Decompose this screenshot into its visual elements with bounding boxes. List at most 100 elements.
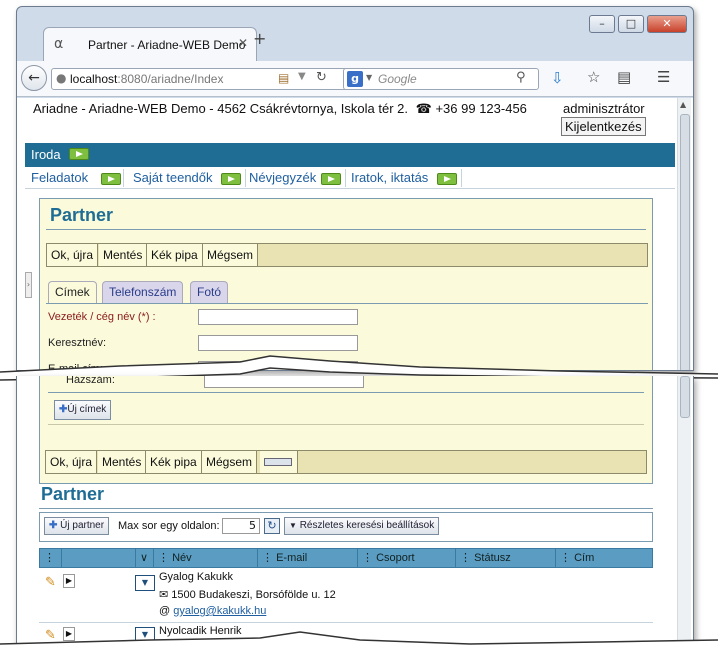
google-search-icon[interactable]: g xyxy=(347,71,363,87)
menu-links-row: Feladatok Saját teendők Névjegyzék Irato… xyxy=(25,167,675,189)
scrollbar-thumb-lower[interactable] xyxy=(680,376,690,418)
sajat-teendok-arrow-icon[interactable] xyxy=(221,171,241,185)
search-placeholder: Google xyxy=(378,72,417,86)
save-button-bottom[interactable]: Mentés xyxy=(98,451,147,473)
max-rows-field[interactable]: 5 xyxy=(222,518,260,534)
column-cim-label: Cím xyxy=(574,552,595,564)
search-box[interactable]: g ▼ Google ⚲ xyxy=(343,68,539,90)
expand-row-icon[interactable]: ▶ xyxy=(63,574,75,588)
column-statusz[interactable]: ⋮ Státusz xyxy=(456,549,556,567)
column-csoport[interactable]: ⋮ Csoport xyxy=(358,549,456,567)
house-number-field[interactable] xyxy=(204,376,364,388)
url-dropdown-icon[interactable]: ▼ xyxy=(298,71,306,82)
new-partner-button[interactable]: ✚ Új partner xyxy=(44,517,110,535)
browser-tab-title: Partner - Ariadne-WEB Demo xyxy=(88,38,246,52)
advanced-search-label: Részletes keresési beállítások xyxy=(299,520,435,531)
keyboard-button[interactable] xyxy=(260,451,298,473)
partner-address: ✉ 1500 Budakeszi, Borsófölde u. 12 xyxy=(159,588,336,601)
feladatok-arrow-icon[interactable] xyxy=(101,171,121,185)
partner-email-link[interactable]: gyalog@kakukk.hu xyxy=(173,605,266,617)
new-partner-label: Új partner xyxy=(60,520,105,531)
refresh-icon[interactable]: ↻ xyxy=(264,518,280,534)
form-toolbar-bottom: Ok, újra Mentés Kék pipa Mégsem xyxy=(45,450,647,474)
menu-nevjegyzek[interactable]: Névjegyzék xyxy=(249,170,316,185)
scrollbar-thumb[interactable] xyxy=(680,114,690,370)
blue-check-button[interactable]: Kék pipa xyxy=(147,244,203,266)
download-icon[interactable]: ⇩ xyxy=(551,69,564,87)
column-email[interactable]: ⋮ E-mail xyxy=(258,549,358,567)
page-viewport-lower: Házszám: ✚Új címek Ok, újra Mentés Kék p… xyxy=(17,376,693,647)
menu-feladatok[interactable]: Feladatok xyxy=(31,170,88,185)
logout-button[interactable]: Kijelentkezés xyxy=(561,117,646,136)
ariadne-favicon-icon: α xyxy=(54,36,64,52)
table-row[interactable]: ✎ ▶ ▼ Gyalog Kakukk ✉ 1500 Budakeszi, Bo… xyxy=(39,569,653,623)
app-info: Ariadne - Ariadne-WEB Demo - 4562 Csákré… xyxy=(33,101,408,116)
first-name-field[interactable] xyxy=(198,335,358,351)
maximize-button[interactable]: □ xyxy=(618,15,644,33)
collapse-all-icon[interactable]: ∨ xyxy=(136,549,154,567)
phone-icon: ☎ xyxy=(415,101,432,116)
row-dropdown-icon[interactable]: ▼ xyxy=(135,575,155,591)
back-arrow-icon[interactable]: ← xyxy=(21,65,47,91)
menu-iratok-iktatas[interactable]: Iratok, iktatás xyxy=(351,170,428,185)
column-nev[interactable]: ⋮ Név xyxy=(154,549,258,567)
page-scrollbar[interactable]: ▲ xyxy=(677,98,691,370)
reload-icon[interactable]: ↻ xyxy=(316,70,327,85)
column-statusz-label: Státusz xyxy=(474,552,511,564)
section-bar: Iroda xyxy=(25,143,675,167)
column-actions xyxy=(62,549,136,567)
scroll-up-icon[interactable]: ▲ xyxy=(680,100,686,109)
browser-tab[interactable]: α Partner - Ariadne-WEB Demo ✕ xyxy=(43,27,257,61)
browser-window-top: – □ ✕ α Partner - Ariadne-WEB Demo ✕ + ←… xyxy=(16,6,694,371)
close-window-button[interactable]: ✕ xyxy=(647,15,687,33)
globe-icon: ● xyxy=(56,71,67,85)
tab-foto[interactable]: Fotó xyxy=(190,281,229,303)
phone-number: +36 99 123-456 xyxy=(435,101,527,116)
ok-again-button-bottom[interactable]: Ok, újra xyxy=(46,451,98,473)
envelope-icon: ✉ xyxy=(159,589,169,601)
navigation-bar: ← ● localhost:8080/ariadne/Index ▤ ▼ ↻ g… xyxy=(17,61,693,97)
menu-icon[interactable]: ☰ xyxy=(657,68,670,86)
list-toolbar: ✚ Új partner Max sor egy oldalon: 5 ↻ ▼ … xyxy=(39,512,653,542)
close-tab-icon[interactable]: ✕ xyxy=(238,36,248,50)
search-engine-dropdown-icon[interactable]: ▼ xyxy=(366,73,372,82)
column-menu-icon[interactable]: ⋮ xyxy=(40,549,62,567)
bookmarks-list-icon[interactable]: ▤ xyxy=(617,68,631,86)
minimize-button[interactable]: – xyxy=(589,15,615,33)
label-last-name: Vezeték / cég név (*) : xyxy=(48,311,156,323)
last-name-field[interactable] xyxy=(198,309,358,325)
cancel-button[interactable]: Mégsem xyxy=(203,244,259,266)
partner-name: Gyalog Kakukk xyxy=(159,571,233,583)
section-iroda[interactable]: Iroda xyxy=(31,147,61,162)
nevjegyzek-arrow-icon[interactable] xyxy=(321,171,341,185)
label-house-number: Házszám: xyxy=(66,376,115,386)
tab-cimek[interactable]: Címek xyxy=(48,281,97,303)
edit-pencil-icon[interactable]: ✎ xyxy=(45,575,56,590)
search-icon[interactable]: ⚲ xyxy=(516,70,526,85)
column-cim[interactable]: ⋮ Cím xyxy=(556,549,652,567)
partner-address-text: 1500 Budakeszi, Borsófölde u. 12 xyxy=(171,589,336,601)
grid-header: ⋮ ∨ ⋮ Név ⋮ E-mail ⋮ Csoport ⋮ Státusz ⋮… xyxy=(39,548,653,568)
cancel-button-bottom[interactable]: Mégsem xyxy=(202,451,258,473)
page-info-icon[interactable]: ▤ xyxy=(278,71,289,85)
ok-again-button[interactable]: Ok, újra xyxy=(47,244,99,266)
side-panel-toggle[interactable]: › xyxy=(25,272,32,298)
section-go-icon[interactable] xyxy=(69,146,89,160)
iratok-arrow-icon[interactable] xyxy=(437,171,457,185)
column-csoport-label: Csoport xyxy=(376,552,415,564)
url-text: localhost:8080/ariadne/Index xyxy=(70,72,224,86)
keyboard-icon xyxy=(264,458,292,466)
at-icon: @ xyxy=(159,605,171,617)
menu-sajat-teendok[interactable]: Saját teendők xyxy=(133,170,213,185)
tab-telefonszam[interactable]: Telefonszám xyxy=(102,281,184,303)
page-scrollbar-lower[interactable] xyxy=(677,376,691,647)
new-address-label: Új címek xyxy=(67,404,107,415)
max-rows-label: Max sor egy oldalon: xyxy=(118,520,220,532)
blue-check-button-bottom[interactable]: Kék pipa xyxy=(146,451,202,473)
new-address-button[interactable]: ✚Új címek xyxy=(54,400,112,420)
new-tab-button[interactable]: + xyxy=(253,29,266,48)
bookmark-star-icon[interactable]: ☆ xyxy=(587,68,600,86)
save-button[interactable]: Mentés xyxy=(99,244,148,266)
url-bar[interactable]: ● localhost:8080/ariadne/Index ▤ ▼ ↻ xyxy=(51,68,355,90)
advanced-search-button[interactable]: ▼ Részletes keresési beállítások xyxy=(284,517,440,535)
